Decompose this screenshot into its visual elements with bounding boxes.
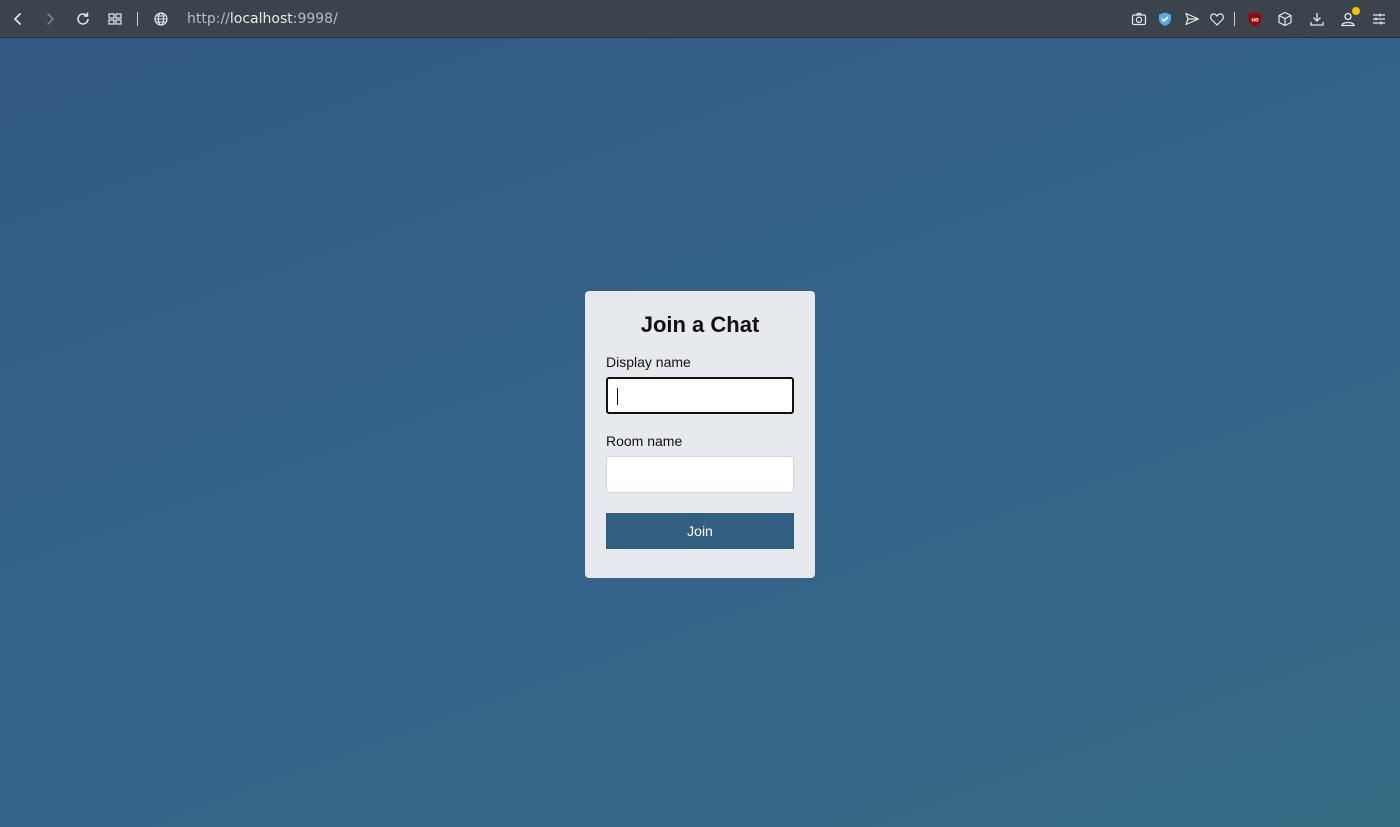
- menu-icon[interactable]: [1369, 9, 1389, 29]
- toolbar-divider: [137, 12, 138, 26]
- ublock-icon[interactable]: uo: [1245, 9, 1265, 29]
- heart-icon[interactable]: [1207, 9, 1227, 29]
- forward-icon[interactable]: [40, 9, 60, 29]
- address-bar[interactable]: http://localhost:9998/: [187, 10, 338, 28]
- room-name-input[interactable]: [606, 456, 794, 493]
- join-chat-card: Join a Chat Display name Room name Join: [585, 291, 815, 578]
- reload-icon[interactable]: [73, 9, 93, 29]
- text-caret: [617, 388, 618, 405]
- speed-dial-icon[interactable]: [105, 9, 125, 29]
- ublock-badge-text: uo: [1251, 18, 1259, 24]
- download-icon[interactable]: [1307, 9, 1327, 29]
- display-name-label: Display name: [606, 354, 691, 370]
- url-scheme: http://: [187, 11, 230, 27]
- send-icon[interactable]: [1182, 9, 1202, 29]
- url-host: localhost: [229, 11, 293, 27]
- globe-icon[interactable]: [151, 9, 171, 29]
- toolbar-divider: [1234, 12, 1235, 26]
- browser-toolbar: http://localhost:9998/ uo: [0, 0, 1400, 38]
- cube-icon[interactable]: [1275, 9, 1295, 29]
- shield-icon[interactable]: [1155, 9, 1175, 29]
- join-button[interactable]: Join: [606, 513, 794, 549]
- profile-icon[interactable]: [1338, 7, 1360, 29]
- notification-badge: [1352, 7, 1360, 15]
- card-title: Join a Chat: [640, 312, 760, 337]
- camera-icon[interactable]: [1129, 9, 1149, 29]
- room-name-label: Room name: [606, 433, 683, 449]
- back-icon[interactable]: [8, 9, 28, 29]
- display-name-input[interactable]: [606, 377, 794, 414]
- page-viewport: Join a Chat Display name Room name Join: [0, 38, 1400, 827]
- url-path: :9998/: [292, 11, 338, 27]
